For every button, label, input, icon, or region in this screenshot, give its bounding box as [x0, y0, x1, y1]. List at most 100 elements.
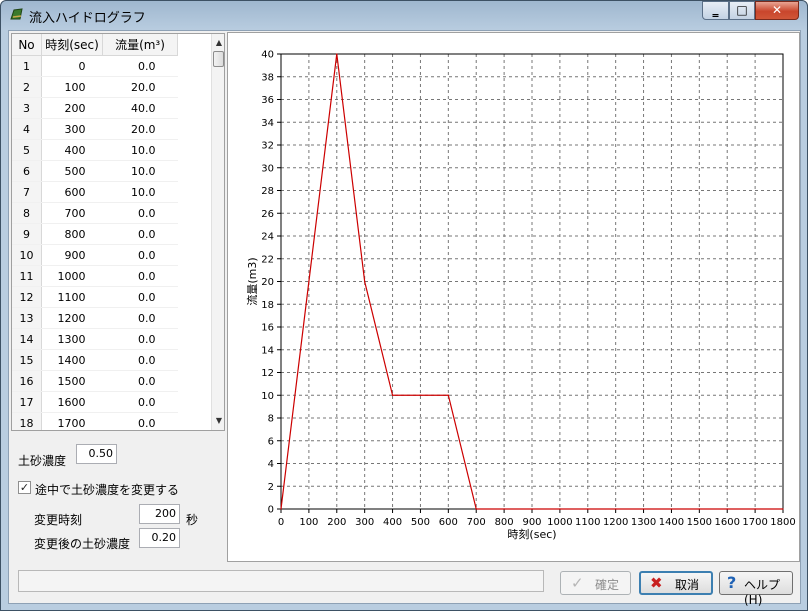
flow-cell[interactable]: 0.0 — [102, 328, 178, 350]
ok-button[interactable]: ✓ 確定 — [560, 571, 631, 595]
flow-cell[interactable]: 0.0 — [102, 391, 178, 413]
flow-cell[interactable]: 0.0 — [102, 307, 178, 329]
flow-cell[interactable]: 0.0 — [102, 244, 178, 266]
x-tick-label: 1800 — [770, 517, 795, 528]
x-tick-label: 100 — [299, 517, 318, 528]
table-row[interactable]: 7 600 10.0 — [12, 181, 178, 203]
help-button[interactable]: ? ヘルプ(H) — [719, 571, 793, 607]
hydrograph-table[interactable]: No 時刻(sec) 流量(m³) 1 0 0.0 2 100 20.0 3 200 40.0 4… — [11, 33, 225, 431]
title-bar[interactable]: 流入ハイドログラフ ‗ □ ✕ — [1, 1, 807, 29]
time-cell[interactable]: 200 — [41, 97, 103, 119]
scroll-thumb[interactable] — [213, 51, 224, 67]
table-row[interactable]: 8 700 0.0 — [12, 202, 178, 224]
flow-cell[interactable]: 0.0 — [102, 202, 178, 224]
time-cell[interactable]: 800 — [41, 223, 103, 245]
time-cell[interactable]: 600 — [41, 181, 103, 203]
x-tick-label: 300 — [355, 517, 374, 528]
flow-cell[interactable]: 0.0 — [102, 349, 178, 371]
data-point — [726, 508, 728, 510]
table-row[interactable]: 1 0 0.0 — [12, 55, 178, 77]
row-number-cell: 11 — [12, 265, 42, 287]
table-row[interactable]: 18 1700 0.0 — [12, 412, 178, 430]
y-tick-label: 12 — [261, 368, 274, 379]
time-cell[interactable]: 1200 — [41, 307, 103, 329]
data-point — [447, 394, 449, 396]
flow-cell[interactable]: 10.0 — [102, 160, 178, 182]
y-tick-label: 6 — [268, 436, 274, 447]
row-number-cell: 3 — [12, 97, 42, 119]
table-row[interactable]: 14 1300 0.0 — [12, 328, 178, 350]
time-cell[interactable]: 1600 — [41, 391, 103, 413]
table-row[interactable]: 13 1200 0.0 — [12, 307, 178, 329]
data-point — [336, 53, 338, 55]
help-button-label: ヘルプ(H) — [744, 578, 781, 607]
flow-cell[interactable]: 0.0 — [102, 412, 178, 430]
maximize-icon: □ — [736, 3, 748, 17]
table-header-row: No 時刻(sec) 流量(m³) — [12, 34, 178, 56]
flow-cell[interactable]: 0.0 — [102, 286, 178, 308]
after-sediment-input[interactable]: 0.20 — [139, 528, 180, 548]
flow-cell[interactable]: 10.0 — [102, 181, 178, 203]
x-tick-label: 1600 — [714, 517, 739, 528]
col-time-header: 時刻(sec) — [41, 34, 103, 56]
y-tick-label: 8 — [268, 414, 274, 425]
y-tick-label: 36 — [261, 95, 274, 106]
scroll-up-icon[interactable]: ▲ — [212, 36, 224, 50]
sediment-input[interactable]: 0.50 — [76, 444, 117, 464]
flow-cell[interactable]: 40.0 — [102, 97, 178, 119]
table-row[interactable]: 9 800 0.0 — [12, 223, 178, 245]
y-tick-label: 4 — [268, 459, 274, 470]
row-number-cell: 14 — [12, 328, 42, 350]
time-cell[interactable]: 900 — [41, 244, 103, 266]
time-cell[interactable]: 0 — [41, 55, 103, 77]
close-button[interactable]: ✕ — [755, 1, 799, 20]
flow-cell[interactable]: 0.0 — [102, 265, 178, 287]
change-time-input[interactable]: 200 — [139, 504, 180, 524]
table-row[interactable]: 2 100 20.0 — [12, 76, 178, 98]
maximize-button[interactable]: □ — [729, 1, 755, 20]
time-cell[interactable]: 1100 — [41, 286, 103, 308]
time-cell[interactable]: 100 — [41, 76, 103, 98]
change-checkbox-label[interactable]: 途中で土砂濃度を変更する — [35, 481, 179, 498]
flow-cell[interactable]: 0.0 — [102, 370, 178, 392]
change-checkbox[interactable]: ✓ — [18, 481, 31, 494]
flow-cell[interactable]: 0.0 — [102, 223, 178, 245]
table-body: 1 0 0.0 2 100 20.0 3 200 40.0 4 300 20.0 5 400 10.0 6 50… — [12, 55, 178, 430]
time-cell[interactable]: 1300 — [41, 328, 103, 350]
data-point — [391, 394, 394, 396]
table-row[interactable]: 3 200 40.0 — [12, 97, 178, 119]
table-row[interactable]: 10 900 0.0 — [12, 244, 178, 266]
time-cell[interactable]: 700 — [41, 202, 103, 224]
flow-cell[interactable]: 10.0 — [102, 139, 178, 161]
row-number-cell: 9 — [12, 223, 42, 245]
row-number-cell: 16 — [12, 370, 42, 392]
data-point — [754, 508, 756, 510]
time-cell[interactable]: 1500 — [41, 370, 103, 392]
table-row[interactable]: 6 500 10.0 — [12, 160, 178, 182]
flow-cell[interactable]: 20.0 — [102, 118, 178, 140]
scroll-down-icon[interactable]: ▼ — [212, 414, 224, 428]
time-cell[interactable]: 1000 — [41, 265, 103, 287]
table-row[interactable]: 11 1000 0.0 — [12, 265, 178, 287]
time-cell[interactable]: 1400 — [41, 349, 103, 371]
table-row[interactable]: 12 1100 0.0 — [12, 286, 178, 308]
table-row[interactable]: 5 400 10.0 — [12, 139, 178, 161]
table-row[interactable]: 16 1500 0.0 — [12, 370, 178, 392]
time-cell[interactable]: 1700 — [41, 412, 103, 430]
table-row[interactable]: 4 300 20.0 — [12, 118, 178, 140]
time-cell[interactable]: 300 — [41, 118, 103, 140]
y-tick-label: 40 — [261, 50, 274, 61]
dialog-window: 流入ハイドログラフ ‗ □ ✕ No 時刻(sec) 流量(m³) 1 0 0.0 2… — [0, 0, 808, 611]
cancel-button[interactable]: ✖ 取消 — [639, 571, 713, 595]
table-row[interactable]: 15 1400 0.0 — [12, 349, 178, 371]
table-row[interactable]: 17 1600 0.0 — [12, 391, 178, 413]
row-number-cell: 13 — [12, 307, 42, 329]
time-cell[interactable]: 400 — [41, 139, 103, 161]
time-cell[interactable]: 500 — [41, 160, 103, 182]
flow-cell[interactable]: 0.0 — [102, 55, 178, 77]
table-scrollbar[interactable]: ▲ ▼ — [211, 34, 224, 430]
flow-cell[interactable]: 20.0 — [102, 76, 178, 98]
x-axis-label: 時刻(sec) — [507, 527, 556, 541]
data-point — [531, 508, 533, 510]
minimize-button[interactable]: ‗ — [702, 1, 729, 20]
